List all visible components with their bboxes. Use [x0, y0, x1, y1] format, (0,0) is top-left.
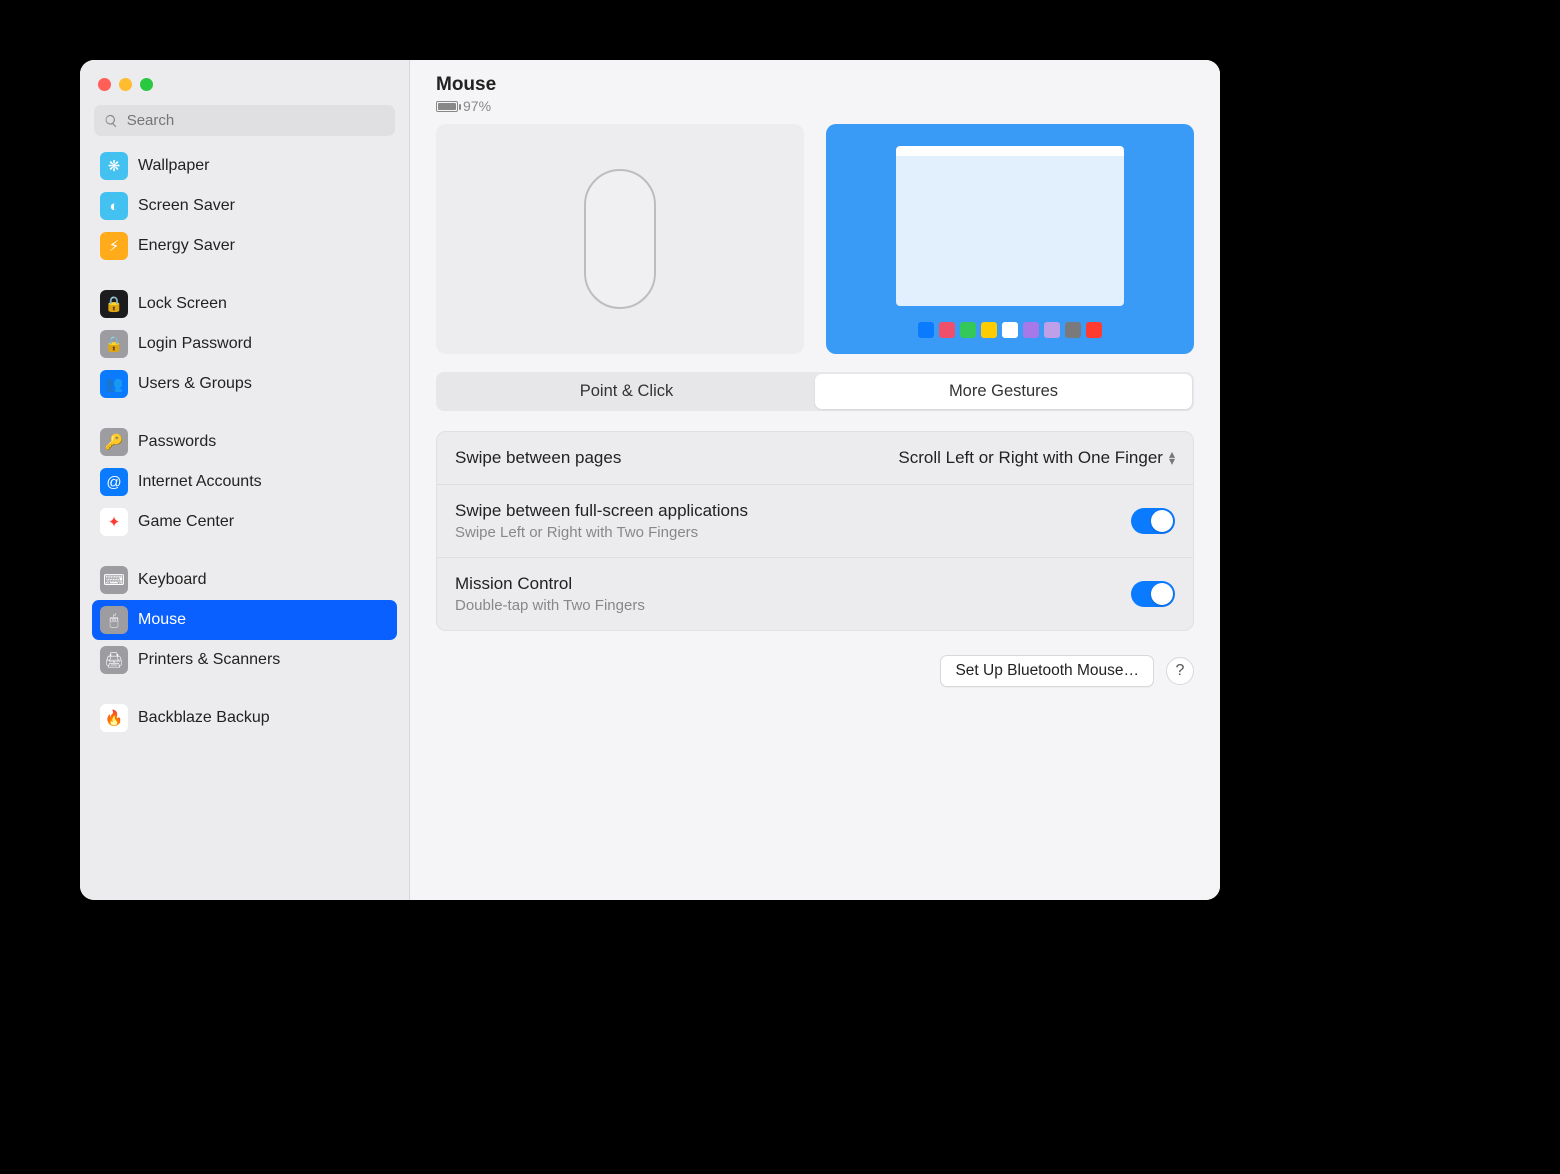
tab-point-click[interactable]: Point & Click	[438, 374, 815, 409]
content-pane: Mouse 97% Point & Click More Gestures	[410, 60, 1220, 900]
passwords-icon: 🔑	[100, 428, 128, 456]
backblaze-icon: 🔥	[100, 704, 128, 732]
search-input[interactable]	[127, 112, 385, 129]
system-settings-window: ❋ Wallpaper ◐ Screen Saver ⚡︎ Energy Saver 🔒 Lo…	[80, 60, 1220, 900]
swipe-pages-select[interactable]: Scroll Left or Right with One Finger ▴▾	[898, 448, 1175, 468]
sidebar: ❋ Wallpaper ◐ Screen Saver ⚡︎ Energy Saver 🔒 Lo…	[80, 60, 410, 900]
sidebar-item-label: Lock Screen	[138, 295, 227, 313]
swipe-fullscreen-toggle[interactable]	[1131, 508, 1175, 534]
footer: Set Up Bluetooth Mouse… ?	[436, 655, 1194, 687]
mission-control-label: Mission Control	[455, 574, 645, 594]
sidebar-item-label: Users & Groups	[138, 375, 252, 393]
dock-app-icon	[1086, 322, 1102, 338]
mouse-illustration	[584, 169, 656, 309]
sidebar-nav: ❋ Wallpaper ◐ Screen Saver ⚡︎ Energy Saver 🔒 Lo…	[80, 146, 409, 900]
keyboard-icon: ⌨	[100, 566, 128, 594]
close-button[interactable]	[98, 78, 111, 91]
window-controls	[80, 60, 409, 105]
dock-app-icon	[1044, 322, 1060, 338]
sidebar-item-lock-screen[interactable]: 🔒 Lock Screen	[92, 284, 397, 324]
battery-status: 97%	[436, 98, 1194, 114]
sidebar-item-users-groups[interactable]: 👥 Users & Groups	[92, 364, 397, 404]
row-swipe-fullscreen: Swipe between full-screen applications S…	[437, 484, 1193, 557]
tab-more-gestures[interactable]: More Gestures	[815, 374, 1192, 409]
sidebar-item-backblaze[interactable]: 🔥 Backblaze Backup	[92, 698, 397, 738]
maximize-button[interactable]	[140, 78, 153, 91]
sidebar-item-game-center[interactable]: ✦ Game Center	[92, 502, 397, 542]
swipe-fullscreen-sub: Swipe Left or Right with Two Fingers	[455, 524, 748, 541]
preview-dock	[918, 322, 1102, 338]
swipe-pages-label: Swipe between pages	[455, 448, 621, 468]
sidebar-item-energy-saver[interactable]: ⚡︎ Energy Saver	[92, 226, 397, 266]
dock-app-icon	[1023, 322, 1039, 338]
settings-list: Swipe between pages Scroll Left or Right…	[436, 431, 1194, 631]
sidebar-item-internet-accounts[interactable]: @ Internet Accounts	[92, 462, 397, 502]
dock-app-icon	[939, 322, 955, 338]
minimize-button[interactable]	[119, 78, 132, 91]
printers-scanners-icon: 🖨	[100, 646, 128, 674]
dock-app-icon	[960, 322, 976, 338]
tab-segmented-control: Point & Click More Gestures	[436, 372, 1194, 411]
battery-percent: 97%	[463, 98, 491, 114]
sidebar-item-label: Printers & Scanners	[138, 651, 280, 669]
sidebar-item-login-password[interactable]: 🔒 Login Password	[92, 324, 397, 364]
mouse-icon: 🖱	[100, 606, 128, 634]
internet-accounts-icon: @	[100, 468, 128, 496]
search-field[interactable]	[94, 105, 395, 136]
sidebar-item-printers-scanners[interactable]: 🖨 Printers & Scanners	[92, 640, 397, 680]
preview-window	[896, 146, 1124, 306]
setup-bluetooth-button[interactable]: Set Up Bluetooth Mouse…	[940, 655, 1154, 687]
sidebar-item-label: Screen Saver	[138, 197, 235, 215]
dock-app-icon	[981, 322, 997, 338]
screen-saver-icon: ◐	[100, 192, 128, 220]
row-mission-control: Mission Control Double-tap with Two Fing…	[437, 557, 1193, 630]
sidebar-item-mouse[interactable]: 🖱 Mouse	[92, 600, 397, 640]
sidebar-item-label: Internet Accounts	[138, 473, 262, 491]
swipe-pages-value: Scroll Left or Right with One Finger	[898, 448, 1163, 468]
search-icon	[104, 113, 119, 129]
users-groups-icon: 👥	[100, 370, 128, 398]
energy-saver-icon: ⚡︎	[100, 232, 128, 260]
help-button[interactable]: ?	[1166, 657, 1194, 685]
sidebar-item-label: Passwords	[138, 433, 216, 451]
mouse-preview	[436, 124, 804, 354]
mission-control-sub: Double-tap with Two Fingers	[455, 597, 645, 614]
dock-app-icon	[918, 322, 934, 338]
desktop-preview	[826, 124, 1194, 354]
page-title: Mouse	[436, 74, 1194, 96]
login-password-icon: 🔒	[100, 330, 128, 358]
sidebar-item-label: Keyboard	[138, 571, 207, 589]
sidebar-item-passwords[interactable]: 🔑 Passwords	[92, 422, 397, 462]
sidebar-item-screen-saver[interactable]: ◐ Screen Saver	[92, 186, 397, 226]
sidebar-item-label: Wallpaper	[138, 157, 209, 175]
row-swipe-pages: Swipe between pages Scroll Left or Right…	[437, 432, 1193, 484]
wallpaper-icon: ❋	[100, 152, 128, 180]
battery-icon	[436, 101, 458, 112]
sidebar-item-keyboard[interactable]: ⌨ Keyboard	[92, 560, 397, 600]
updown-chevron-icon: ▴▾	[1169, 451, 1175, 465]
sidebar-item-label: Energy Saver	[138, 237, 235, 255]
game-center-icon: ✦	[100, 508, 128, 536]
swipe-fullscreen-label: Swipe between full-screen applications	[455, 501, 748, 521]
lock-screen-icon: 🔒	[100, 290, 128, 318]
sidebar-item-label: Mouse	[138, 611, 186, 629]
dock-app-icon	[1065, 322, 1081, 338]
sidebar-item-label: Game Center	[138, 513, 234, 531]
sidebar-item-wallpaper[interactable]: ❋ Wallpaper	[92, 146, 397, 186]
dock-app-icon	[1002, 322, 1018, 338]
sidebar-item-label: Login Password	[138, 335, 252, 353]
page-header: Mouse 97%	[436, 74, 1194, 114]
sidebar-item-label: Backblaze Backup	[138, 709, 270, 727]
preview-row	[436, 124, 1194, 354]
mission-control-toggle[interactable]	[1131, 581, 1175, 607]
